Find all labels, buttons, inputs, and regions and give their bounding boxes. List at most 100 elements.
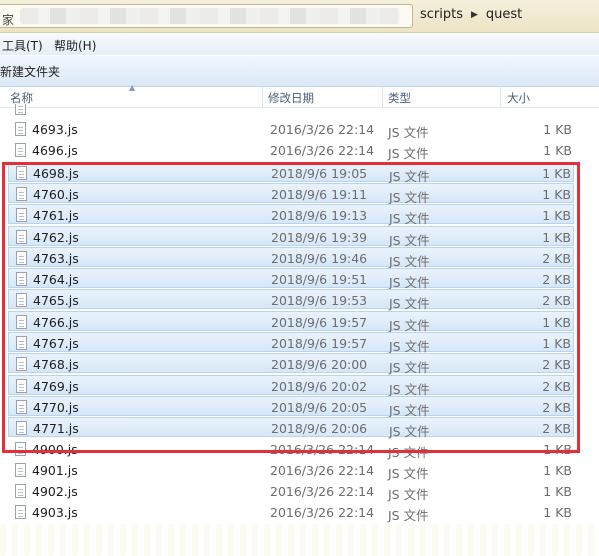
file-name: 4900.js [32, 441, 78, 457]
file-row[interactable]: 4764.js 2018/9/6 19:51 JS 文件 2 KB [8, 268, 574, 291]
file-type: JS 文件 [389, 211, 430, 227]
blurred-path [20, 8, 400, 24]
file-size: 1 KB [543, 505, 572, 521]
js-file-icon [16, 272, 27, 287]
menu-help[interactable]: 帮助(H) [52, 37, 98, 54]
file-size: 1 KB [543, 122, 572, 137]
file-type: JS 文件 [389, 360, 430, 376]
file-size: 1 KB [543, 462, 572, 478]
file-size: 2 KB [542, 399, 571, 415]
file-size: 2 KB [542, 421, 571, 437]
file-type: JS 文件 [388, 508, 429, 524]
file-name: 4771.js [33, 421, 79, 437]
file-modified-date: 2016/3/26 22:14 [270, 122, 375, 137]
file-type: JS 文件 [389, 296, 430, 312]
file-size: 1 KB [542, 336, 571, 351]
js-file-icon [15, 505, 26, 520]
file-row[interactable]: 4698.js 2018/9/6 19:05 JS 文件 1 KB [8, 161, 574, 184]
js-file-icon [16, 250, 27, 265]
file-type: JS 文件 [389, 275, 430, 291]
file-size: 2 KB [542, 357, 571, 373]
file-name: 4765.js [33, 293, 79, 309]
file-row[interactable]: 4762.js 2018/9/6 19:39 JS 文件 1 KB [8, 225, 574, 248]
file-type: JS 文件 [389, 424, 430, 440]
js-file-icon [16, 229, 27, 244]
file-type: JS 文件 [388, 125, 429, 140]
file-row[interactable]: 4901.js 2016/3/26 22:14 JS 文件 1 KB [8, 460, 574, 481]
file-type: JS 文件 [389, 168, 430, 184]
menu-bar: 工具(T) 帮助(H) [0, 33, 599, 55]
file-modified-date: 2018/9/6 19:13 [271, 208, 368, 224]
file-size: 1 KB [543, 441, 572, 457]
chevron-right-icon[interactable]: ▶ [471, 10, 478, 20]
file-name: 4762.js [33, 229, 79, 245]
file-name: 4770.js [33, 399, 79, 415]
file-type: JS 文件 [389, 253, 430, 269]
file-row[interactable]: 4903.js 2016/3/26 22:14 JS 文件 1 KB [8, 502, 574, 524]
file-modified-date: 2018/9/6 20:06 [271, 421, 368, 437]
js-file-icon [15, 462, 26, 477]
file-size: 1 KB [542, 208, 571, 224]
file-row[interactable]: 4693.js 2016/3/26 22:14 JS 文件 1 KB [8, 119, 574, 140]
file-row[interactable]: 4696.js 2016/3/26 22:14 JS 文件 1 KB [8, 140, 574, 162]
file-size: 2 KB [542, 250, 571, 266]
file-list: 4693.js 2016/3/26 22:14 JS 文件 1 KB 4696.js 20… [0, 104, 599, 556]
file-name: 4769.js [33, 378, 79, 394]
file-row[interactable]: 4760.js 2018/9/6 19:11 JS 文件 1 KB [8, 182, 574, 205]
file-row[interactable]: 4902.js 2016/3/26 22:14 JS 文件 1 KB [8, 481, 574, 502]
js-file-icon [15, 104, 26, 115]
file-row[interactable]: 4767.js 2018/9/6 19:57 JS 文件 1 KB [8, 332, 574, 354]
file-type: JS 文件 [389, 317, 430, 333]
breadcrumb: scripts ▶ quest [420, 7, 522, 22]
js-file-icon [16, 399, 27, 414]
file-row[interactable]: 4766.js 2018/9/6 19:57 JS 文件 1 KB [8, 310, 574, 333]
js-file-icon [16, 378, 27, 393]
file-name: 4767.js [33, 336, 79, 351]
file-type: JS 文件 [388, 444, 429, 460]
file-modified-date: 2018/9/6 20:05 [271, 399, 368, 415]
file-name: 4696.js [32, 143, 78, 159]
breadcrumb-quest[interactable]: quest [486, 7, 522, 22]
new-folder-button[interactable]: 新建文件夹 [0, 63, 60, 80]
js-file-icon [16, 336, 27, 350]
file-modified-date: 2018/9/6 19:57 [271, 314, 368, 330]
file-name: 4903.js [32, 505, 78, 521]
js-file-icon [15, 441, 26, 456]
menu-tools[interactable]: 工具(T) [0, 37, 45, 54]
decorative-footer-pattern [0, 524, 599, 556]
js-file-icon [16, 186, 27, 201]
file-type: JS 文件 [388, 465, 429, 481]
file-row[interactable]: 4771.js 2018/9/6 20:06 JS 文件 2 KB [8, 417, 574, 440]
file-row[interactable]: 4769.js 2018/9/6 20:02 JS 文件 2 KB [8, 374, 574, 397]
file-size: 2 KB [542, 378, 571, 394]
js-file-icon [15, 122, 26, 136]
file-name: 4761.js [33, 208, 79, 224]
file-type: JS 文件 [389, 339, 430, 354]
file-size: 1 KB [542, 229, 571, 245]
file-row[interactable]: 4900.js 2016/3/26 22:14 JS 文件 1 KB [8, 439, 574, 460]
file-modified-date: 2018/9/6 20:00 [271, 357, 368, 373]
file-row[interactable]: 4770.js 2018/9/6 20:05 JS 文件 2 KB [8, 395, 574, 418]
partial-row-top[interactable] [8, 104, 574, 118]
js-file-icon [15, 143, 26, 158]
file-size: 1 KB [542, 314, 571, 330]
js-file-icon [16, 293, 27, 308]
file-name: 4902.js [32, 484, 78, 500]
file-modified-date: 2018/9/6 19:05 [271, 165, 368, 181]
file-name: 4766.js [33, 314, 79, 330]
address-field[interactable]: 家 [0, 4, 413, 28]
file-modified-date: 2016/3/26 22:14 [270, 441, 375, 457]
file-type: JS 文件 [388, 146, 429, 162]
file-name: 4763.js [33, 250, 79, 266]
sort-up-icon: ▲ [129, 83, 136, 92]
file-size: 2 KB [542, 293, 571, 309]
breadcrumb-scripts[interactable]: scripts [420, 7, 463, 22]
file-row[interactable]: 4768.js 2018/9/6 20:00 JS 文件 2 KB [8, 353, 574, 376]
file-row[interactable]: 4765.js 2018/9/6 19:53 JS 文件 2 KB [8, 289, 574, 312]
js-file-icon [16, 421, 27, 436]
file-row[interactable]: 4763.js 2018/9/6 19:46 JS 文件 2 KB [8, 246, 574, 269]
js-file-icon [15, 484, 26, 499]
file-row[interactable]: 4761.js 2018/9/6 19:13 JS 文件 1 KB [8, 204, 574, 227]
file-modified-date: 2018/9/6 19:51 [271, 272, 368, 288]
file-size: 1 KB [542, 186, 571, 202]
